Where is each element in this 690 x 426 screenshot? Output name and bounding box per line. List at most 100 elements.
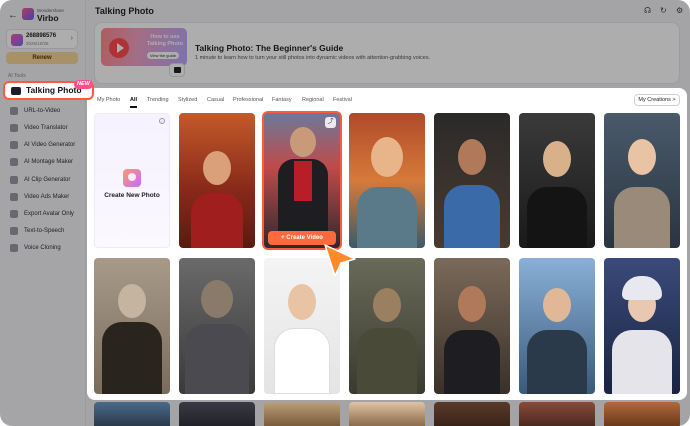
template-panel: My Photo All Trending Stylized Casual Pr…: [87, 88, 687, 400]
sidebar-item-label: Text-to-Speech: [24, 228, 65, 234]
virbo-logo-icon: [22, 8, 34, 20]
link-icon: [10, 107, 18, 115]
portrait-body: [527, 187, 587, 248]
section-label: AI Tools: [8, 73, 26, 79]
portrait-face: [203, 151, 231, 185]
share-icon[interactable]: ⤴: [325, 117, 336, 128]
sidebar-item-ai-video-generator[interactable]: AI Video Generator: [10, 139, 86, 151]
photo-card[interactable]: [519, 258, 595, 394]
info-icon[interactable]: i: [159, 118, 165, 124]
sidebar-item-label: URL-to-Video: [24, 108, 61, 114]
portrait-face: [290, 127, 316, 157]
sidebar-item-label: Export Avatar Only: [24, 211, 74, 217]
sidebar-item-label: Voice Cloning: [24, 245, 61, 251]
account-date: 2025/10/28: [26, 41, 49, 46]
sidebar: ← Wondershare Virbo 268898576 2025/10/28…: [0, 0, 86, 426]
tab-stylized[interactable]: Stylized: [178, 97, 197, 103]
thumbnail-title: How to use Talking Photo: [147, 34, 183, 47]
renew-button[interactable]: Renew: [6, 52, 78, 64]
portrait-body: [527, 330, 587, 394]
photo-card[interactable]: [179, 113, 255, 248]
portrait-face: [458, 286, 486, 322]
create-photo-icon: [123, 169, 141, 187]
portrait-face: [543, 141, 571, 177]
sidebar-item-ai-montage-maker[interactable]: AI Montage Maker: [10, 156, 86, 168]
sidebar-item-label: Video Ads Maker: [24, 194, 70, 200]
sidebar-item-video-translator[interactable]: Video Translator: [10, 122, 86, 134]
my-creations-button[interactable]: My Creations >: [634, 94, 680, 106]
montage-icon: [10, 158, 18, 166]
account-id: 268898576: [26, 33, 57, 39]
photo-card[interactable]: [519, 113, 595, 248]
photo-card[interactable]: [179, 258, 255, 394]
settings-icon[interactable]: ⚙: [676, 6, 683, 15]
portrait-face: [628, 139, 656, 175]
photo-icon: [11, 87, 21, 95]
photo-card-partial: [349, 402, 425, 426]
account-card[interactable]: 268898576 2025/10/28 ›: [6, 29, 78, 49]
portrait-body: [274, 328, 330, 394]
guide-banner[interactable]: How to use Talking Photo View the guide …: [94, 22, 680, 84]
app-window: ← Wondershare Virbo 268898576 2025/10/28…: [0, 0, 690, 426]
photo-card-partial: [519, 402, 595, 426]
banner-description: 1 minute to learn how to turn your still…: [195, 55, 431, 61]
history-icon[interactable]: ↻: [660, 6, 667, 15]
portrait-body: [357, 328, 417, 394]
monitor-icon: [169, 63, 185, 77]
photo-card[interactable]: [94, 258, 170, 394]
create-new-photo-card[interactable]: i Create New Photo: [94, 113, 170, 248]
headset-icon[interactable]: ☊: [644, 6, 651, 15]
photo-card[interactable]: [349, 258, 425, 394]
photo-card-partial: [264, 402, 340, 426]
tab-casual[interactable]: Casual: [207, 97, 224, 103]
sidebar-item-video-ads-maker[interactable]: Video Ads Maker: [10, 191, 86, 203]
portrait-hair: [622, 276, 662, 300]
portrait-shirt: [294, 161, 312, 201]
view-guide-button[interactable]: View the guide: [147, 52, 179, 59]
portrait-face: [118, 284, 146, 318]
photo-card[interactable]: [604, 258, 680, 394]
portrait-body: [357, 187, 417, 248]
sidebar-item-ai-clip-generator[interactable]: AI Clip Generator: [10, 174, 86, 186]
photo-card[interactable]: [604, 113, 680, 248]
sidebar-item-export-avatar-only[interactable]: Export Avatar Only: [10, 208, 86, 220]
tab-trending[interactable]: Trending: [147, 97, 169, 103]
sidebar-item-text-to-speech[interactable]: Text-to-Speech: [10, 225, 86, 237]
portrait-body: [191, 193, 243, 248]
brand-name: Virbo: [37, 13, 59, 23]
speech-icon: [10, 227, 18, 235]
photo-card[interactable]: [434, 113, 510, 248]
avatar: [11, 34, 23, 46]
banner-title: Talking Photo: The Beginner's Guide: [195, 43, 344, 53]
portrait-body: [614, 187, 670, 248]
photo-card-partial: [434, 402, 510, 426]
tab-professional[interactable]: Professional: [233, 97, 263, 103]
photo-card-selected[interactable]: ⤴ + Create Video: [262, 111, 342, 250]
tab-festival[interactable]: Festival: [333, 97, 352, 103]
back-arrow-icon[interactable]: ←: [8, 10, 18, 21]
portrait-face: [201, 280, 233, 318]
portrait-body: [612, 330, 672, 394]
photo-card-partial: [179, 402, 255, 426]
clip-icon: [10, 176, 18, 184]
chevron-right-icon: ›: [70, 35, 73, 42]
portrait-body: [102, 322, 162, 394]
export-icon: [10, 210, 18, 218]
portrait-face: [371, 137, 403, 177]
ads-icon: [10, 193, 18, 201]
guide-thumbnail[interactable]: How to use Talking Photo View the guide: [101, 28, 187, 66]
sidebar-item-url-to-video[interactable]: URL-to-Video: [10, 105, 86, 117]
tab-regional[interactable]: Regional: [302, 97, 324, 103]
page-title: Talking Photo: [95, 6, 154, 16]
portrait-body: [185, 324, 249, 394]
sidebar-item-label: AI Video Generator: [24, 142, 76, 148]
sidebar-item-voice-cloning[interactable]: Voice Cloning: [10, 242, 86, 254]
voice-icon: [10, 244, 18, 252]
tab-fantasy[interactable]: Fantasy: [272, 97, 292, 103]
sidebar-item-label: Video Translator: [24, 125, 68, 131]
tab-my-photo[interactable]: My Photo: [97, 97, 120, 103]
create-new-photo-label: Create New Photo: [104, 192, 160, 199]
tab-all[interactable]: All: [130, 97, 138, 108]
photo-card[interactable]: [349, 113, 425, 248]
photo-card[interactable]: [434, 258, 510, 394]
